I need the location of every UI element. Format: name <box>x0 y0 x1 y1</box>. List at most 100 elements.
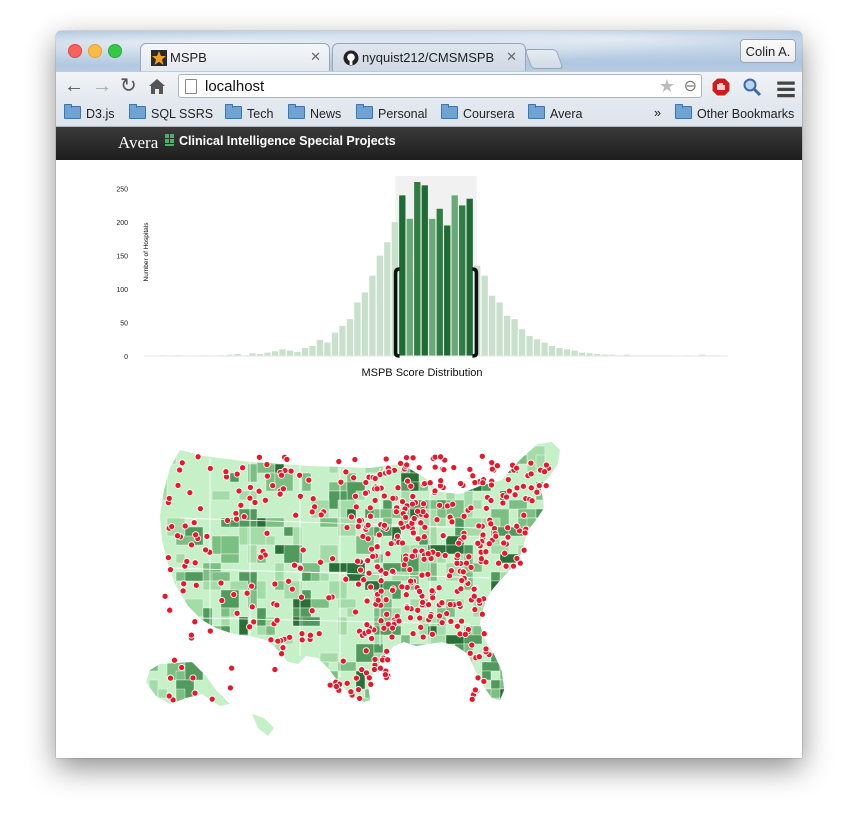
county-cell[interactable] <box>563 527 572 536</box>
county-cell[interactable] <box>418 697 429 717</box>
hospital-marker[interactable] <box>285 577 293 585</box>
hospital-marker[interactable] <box>381 671 389 679</box>
histogram-bar[interactable] <box>496 302 503 356</box>
county-cell[interactable] <box>238 526 249 546</box>
hospital-marker[interactable] <box>168 522 176 531</box>
hospital-marker[interactable] <box>326 681 334 689</box>
county-cell[interactable] <box>148 481 159 501</box>
hospital-marker[interactable] <box>504 476 512 484</box>
hospital-marker[interactable] <box>230 590 238 599</box>
histogram-bar[interactable] <box>421 185 428 356</box>
hospital-marker[interactable] <box>237 501 245 509</box>
hospital-marker[interactable] <box>191 689 199 697</box>
hospital-marker[interactable] <box>239 464 247 472</box>
hospital-marker[interactable] <box>343 679 351 687</box>
hospital-marker[interactable] <box>477 555 485 563</box>
adblock-icon[interactable] <box>711 77 731 97</box>
county-cell[interactable] <box>544 724 555 743</box>
county-cell[interactable] <box>337 715 348 726</box>
county-cell[interactable] <box>508 688 519 708</box>
county-cell[interactable] <box>599 536 600 554</box>
county-cell[interactable] <box>427 661 438 672</box>
hospital-marker[interactable] <box>263 460 271 469</box>
county-cell[interactable] <box>391 724 411 743</box>
histogram-bar[interactable] <box>331 332 339 356</box>
hospital-marker[interactable] <box>190 519 198 527</box>
county-cell[interactable] <box>256 580 267 600</box>
county-cell[interactable] <box>590 698 599 716</box>
hospital-marker[interactable] <box>418 571 426 579</box>
hospital-marker[interactable] <box>424 550 432 558</box>
county-cell[interactable] <box>373 445 393 456</box>
hospital-marker[interactable] <box>194 453 202 461</box>
county-cell[interactable] <box>409 643 429 654</box>
hospital-marker[interactable] <box>206 627 214 635</box>
county-cell[interactable] <box>572 509 590 527</box>
county-cell[interactable] <box>301 571 312 582</box>
county-cell[interactable] <box>301 733 321 752</box>
hospital-marker[interactable] <box>186 489 194 497</box>
histogram-bar[interactable] <box>556 347 563 356</box>
hospital-marker[interactable] <box>469 472 477 480</box>
county-cell[interactable] <box>427 643 447 654</box>
histogram-bar[interactable] <box>324 342 331 356</box>
hospital-marker[interactable] <box>455 539 463 547</box>
tab-github[interactable]: nyquist212/CMSMSPB ✕ <box>332 43 526 71</box>
county-cell[interactable] <box>463 724 474 743</box>
hospital-marker[interactable] <box>189 674 197 682</box>
hospital-marker[interactable] <box>202 546 210 554</box>
hospital-marker[interactable] <box>361 489 370 497</box>
histogram-bar[interactable] <box>279 349 286 356</box>
hospital-marker[interactable] <box>339 657 347 665</box>
hospital-marker[interactable] <box>248 582 256 590</box>
hospital-marker[interactable] <box>520 546 528 554</box>
county-cell[interactable] <box>563 464 572 473</box>
county-cell[interactable] <box>544 679 563 690</box>
county-cell[interactable] <box>427 437 438 456</box>
hospital-marker[interactable] <box>475 522 483 530</box>
county-cell[interactable] <box>581 464 599 473</box>
histogram-bar[interactable] <box>361 292 369 356</box>
hospital-marker[interactable] <box>527 484 535 492</box>
county-cell[interactable] <box>490 580 501 600</box>
other-bookmarks[interactable]: Other Bookmarks <box>675 104 794 122</box>
hospital-marker[interactable] <box>419 598 427 606</box>
hospital-marker[interactable] <box>402 454 411 462</box>
bookmark-sql-ssrs[interactable]: SQL SSRS <box>129 104 213 122</box>
county-cell[interactable] <box>356 752 365 758</box>
county-cell[interactable] <box>482 743 500 758</box>
hospital-marker[interactable] <box>308 607 316 615</box>
county-cell[interactable] <box>490 616 510 636</box>
hospital-marker[interactable] <box>384 656 392 664</box>
county-cell[interactable] <box>563 446 572 455</box>
county-cell[interactable] <box>274 733 294 743</box>
hospital-marker[interactable] <box>360 576 368 584</box>
county-cell[interactable] <box>590 599 599 617</box>
county-cell[interactable] <box>175 670 186 681</box>
county-cell[interactable] <box>553 589 572 600</box>
county-cell[interactable] <box>590 536 600 554</box>
hospital-marker[interactable] <box>178 459 186 467</box>
county-cell[interactable] <box>553 553 563 564</box>
hospital-marker[interactable] <box>367 680 375 688</box>
county-cell[interactable] <box>563 725 581 734</box>
county-cell[interactable] <box>247 463 258 483</box>
county-cell[interactable] <box>472 724 483 735</box>
county-cell[interactable] <box>437 752 455 758</box>
county-cell[interactable] <box>166 625 177 645</box>
county-cell[interactable] <box>400 679 411 690</box>
county-cell[interactable] <box>526 598 537 609</box>
county-cell[interactable] <box>157 724 168 743</box>
hospital-marker[interactable] <box>380 492 388 500</box>
county-cell[interactable] <box>211 643 222 654</box>
hospital-marker[interactable] <box>437 453 445 461</box>
hospital-marker[interactable] <box>487 520 495 528</box>
hospital-marker[interactable] <box>438 599 446 607</box>
county-cell[interactable] <box>535 706 546 717</box>
county-cell[interactable] <box>590 509 600 527</box>
histogram-bar[interactable] <box>548 345 556 356</box>
hospital-marker[interactable] <box>232 509 240 517</box>
county-cell[interactable] <box>211 661 231 681</box>
hospital-marker[interactable] <box>504 533 512 541</box>
hospital-marker[interactable] <box>468 695 476 703</box>
